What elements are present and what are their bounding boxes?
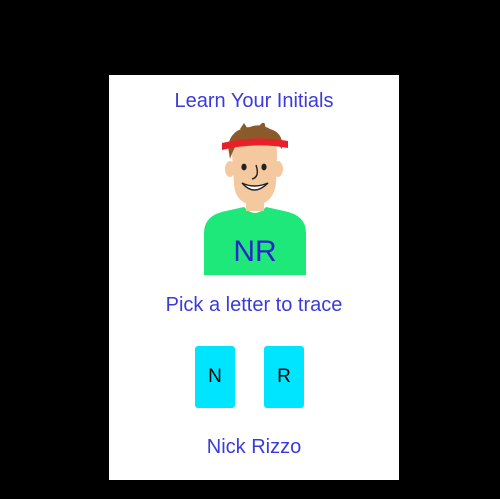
letter-button-n[interactable]: N bbox=[195, 346, 235, 408]
user-name: Nick Rizzo bbox=[206, 436, 302, 458]
app-title: Learn Your Initials bbox=[174, 90, 334, 112]
avatar-initials: NR bbox=[233, 235, 277, 268]
letter-button-r[interactable]: R bbox=[264, 346, 304, 408]
trace-prompt: Pick a letter to trace bbox=[165, 294, 343, 316]
initials-card: Learn Your Initials NR Pick a letter to … bbox=[109, 75, 399, 480]
